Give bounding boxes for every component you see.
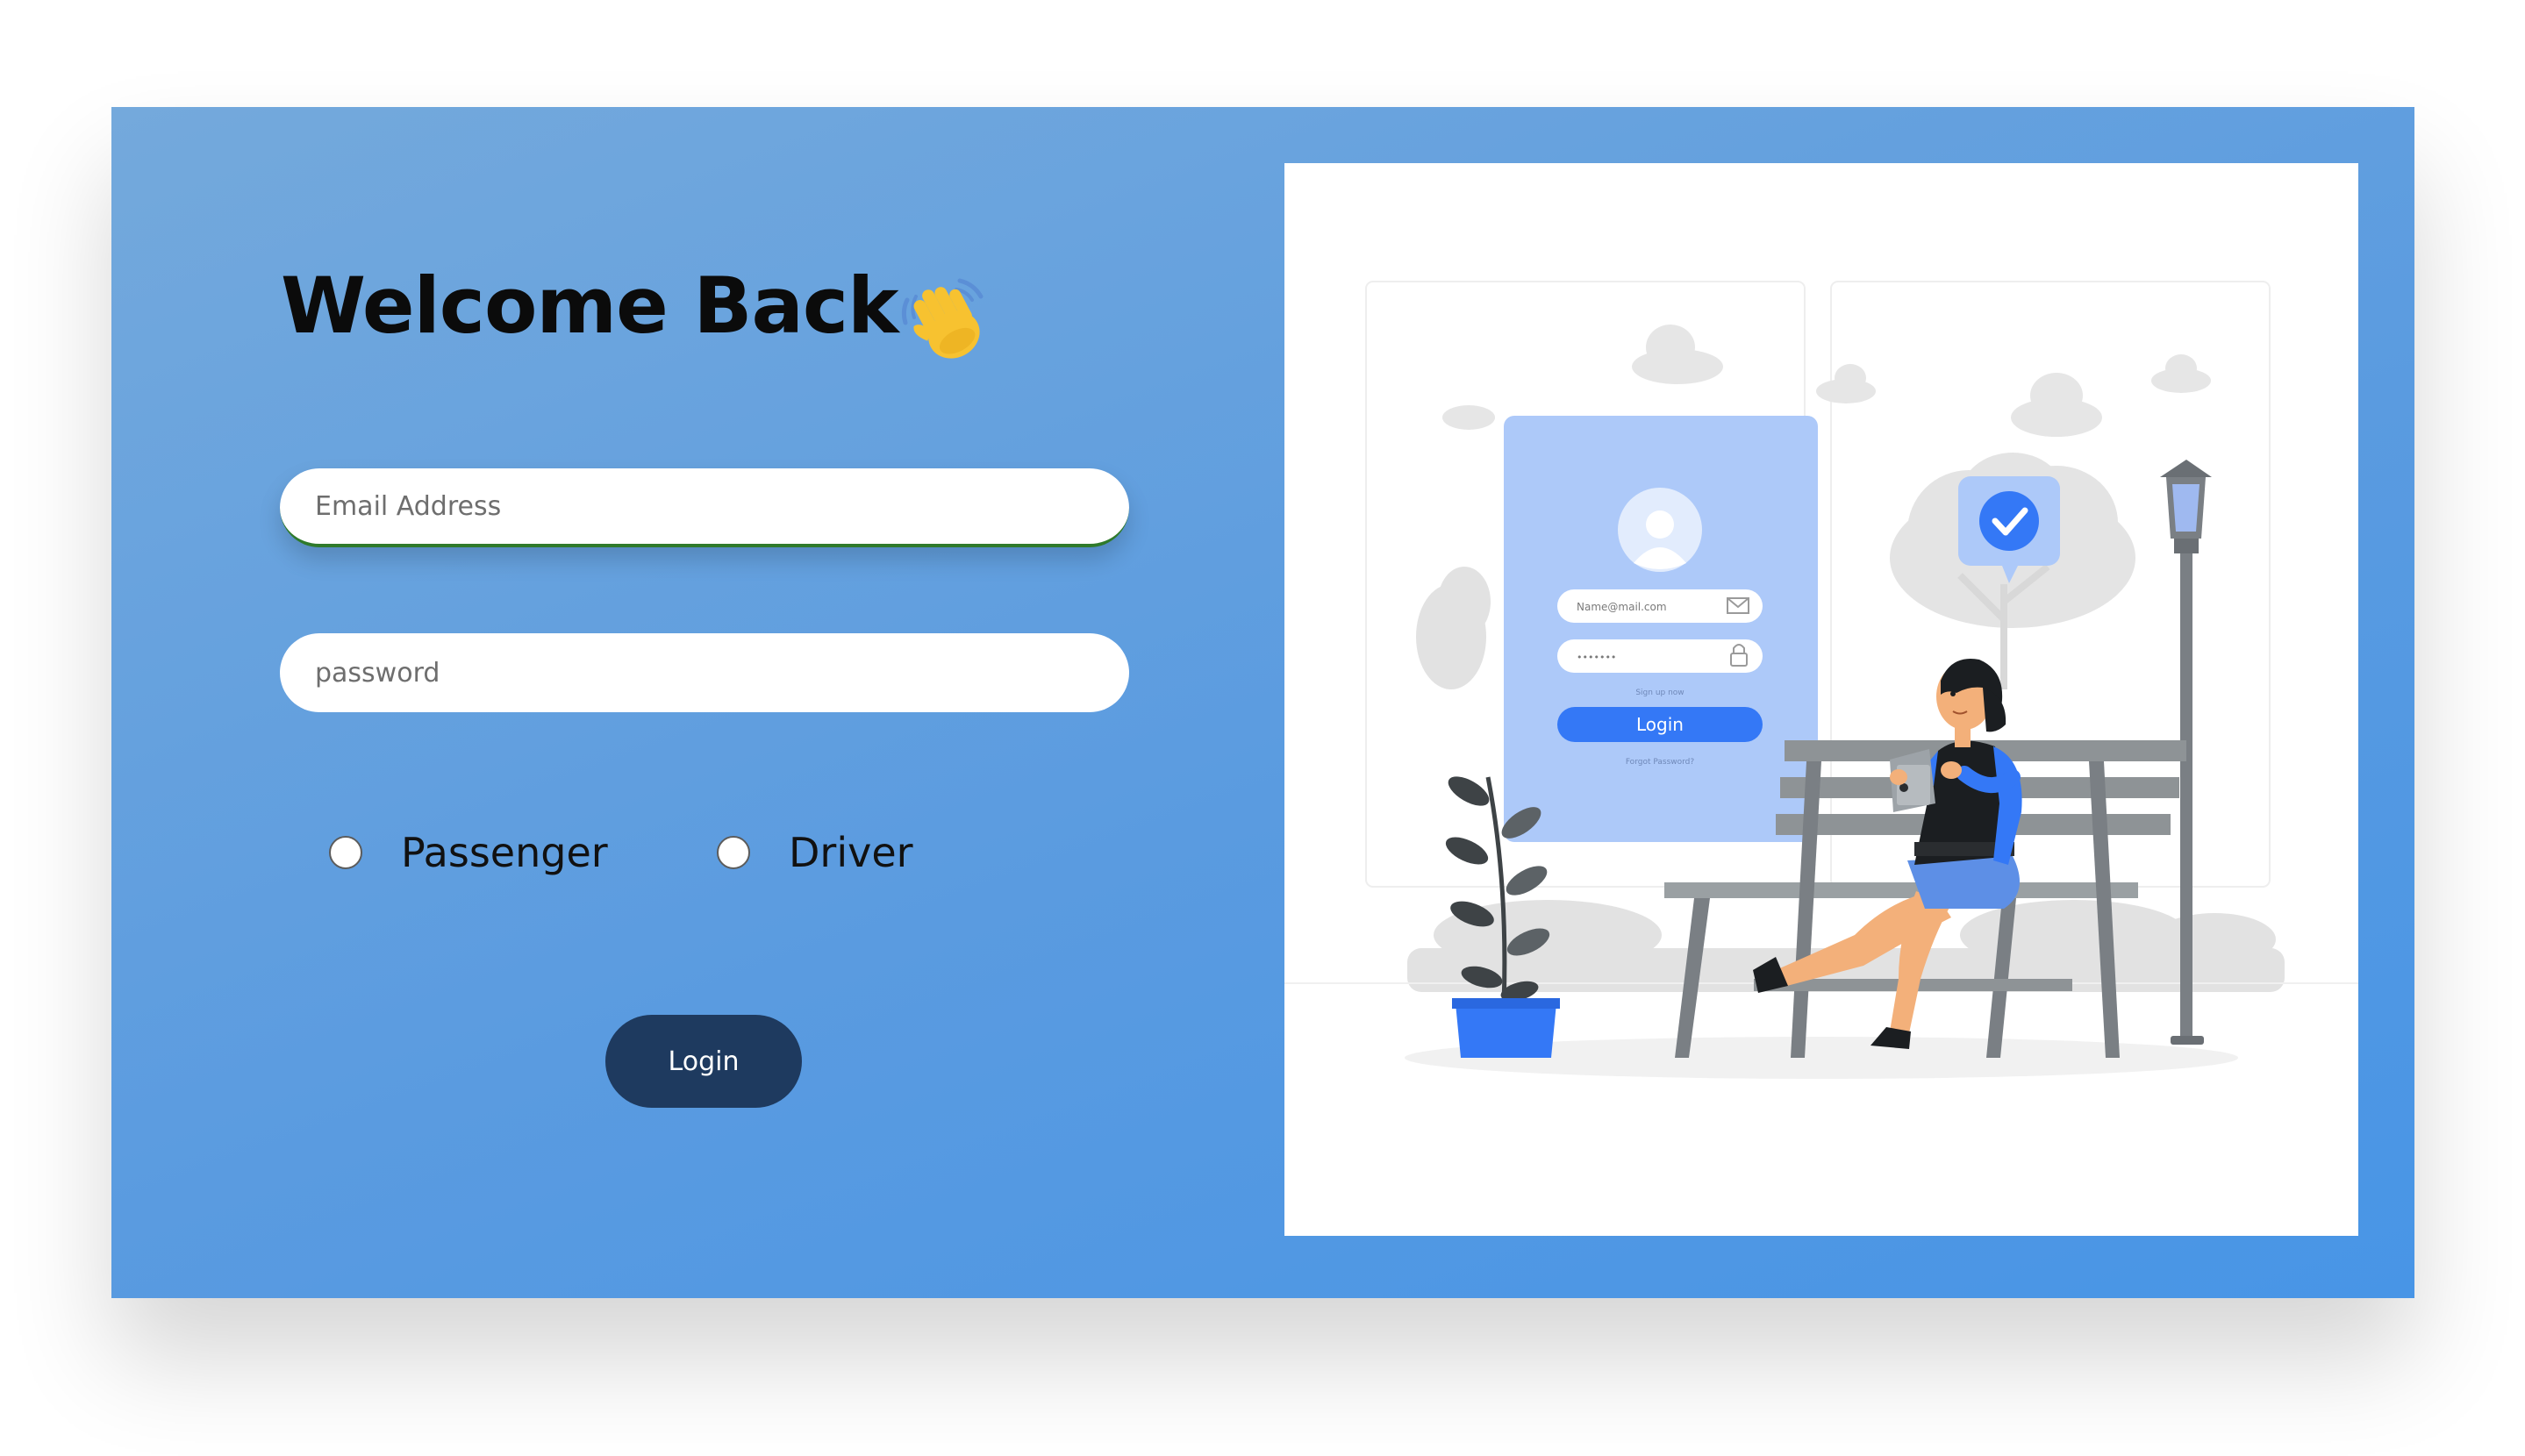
role-option-passenger[interactable]: Passenger — [329, 822, 608, 883]
mock-email-text: Name@mail.com — [1577, 601, 1667, 613]
role-option-driver[interactable]: Driver — [717, 822, 913, 883]
mock-signup-text: Sign up now — [1635, 689, 1684, 697]
password-input[interactable] — [280, 633, 1129, 712]
passenger-radio[interactable] — [329, 836, 362, 869]
login-card: Welcome Back Passenger Driver — [111, 107, 2414, 1298]
login-illustration: Name@mail.com ••••••• Sign up now Login … — [1284, 163, 2358, 1236]
mock-login-label: Login — [1636, 714, 1684, 735]
page-title: Welcome Back — [281, 261, 899, 351]
mock-login-card — [1504, 416, 1818, 842]
login-button[interactable]: Login — [605, 1015, 802, 1108]
waving-hand-icon — [901, 278, 984, 359]
driver-label: Driver — [789, 829, 913, 876]
mock-password-text: ••••••• — [1577, 652, 1616, 663]
illustration-scene: Name@mail.com ••••••• Sign up now Login … — [1284, 281, 2358, 1079]
passenger-label: Passenger — [401, 829, 608, 876]
driver-radio[interactable] — [717, 836, 750, 869]
email-input[interactable] — [280, 468, 1129, 547]
page: Welcome Back Passenger Driver — [0, 0, 2525, 1456]
mock-forgot-text: Forgot Password? — [1626, 758, 1695, 767]
